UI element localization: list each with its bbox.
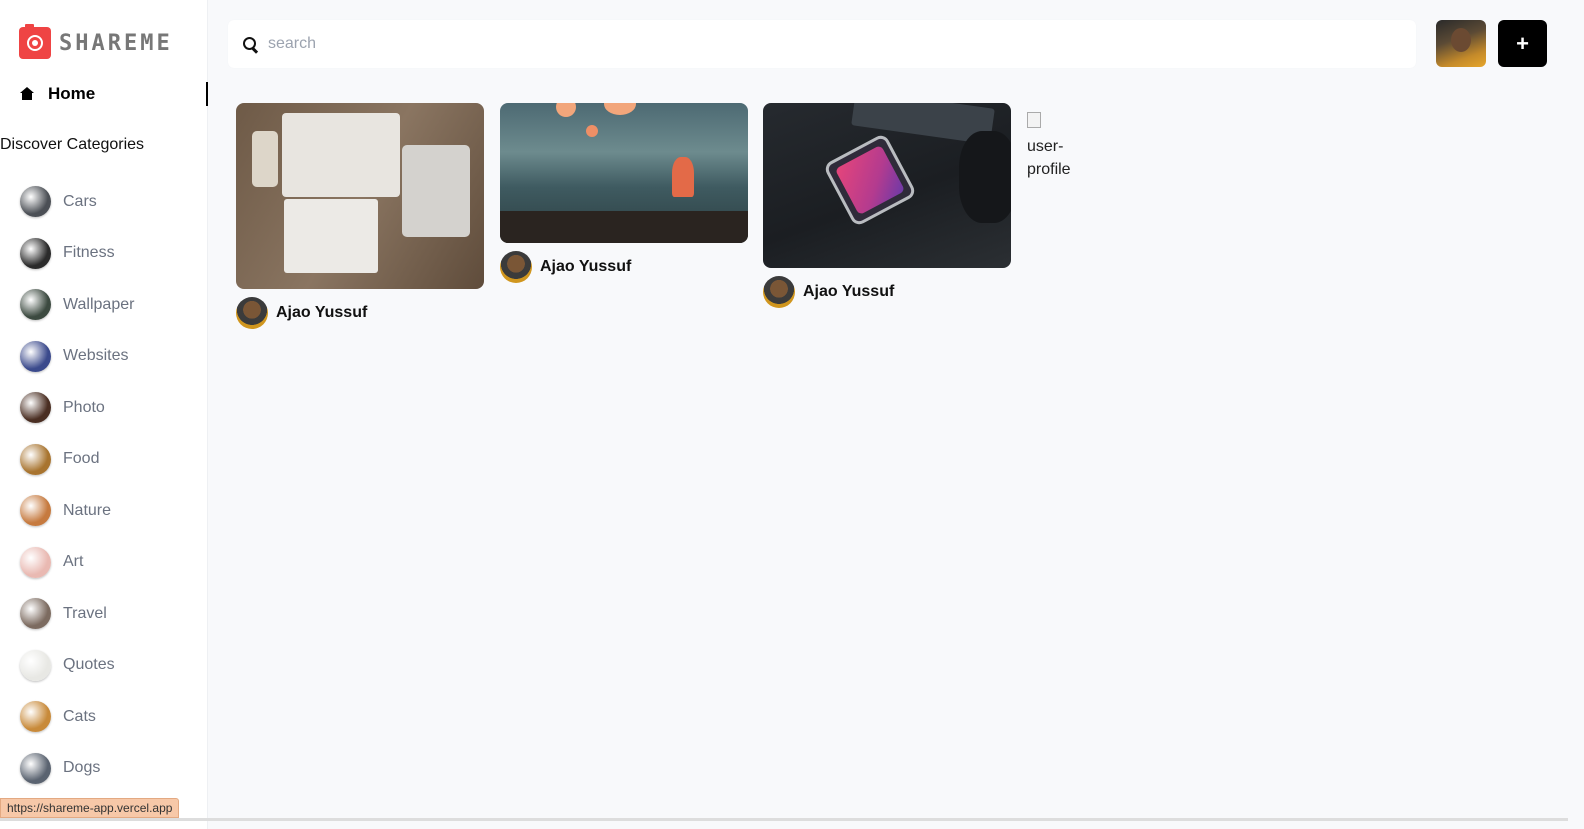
sidebar-item-food[interactable]: Food bbox=[20, 434, 134, 486]
sidebar-item-photo[interactable]: Photo bbox=[20, 382, 134, 434]
category-thumbnail bbox=[20, 598, 51, 630]
search-icon bbox=[242, 36, 259, 53]
sidebar-item-label: Nature bbox=[63, 501, 112, 519]
sidebar-item-fitness[interactable]: Fitness bbox=[20, 228, 134, 280]
sidebar-item-home[interactable]: Home bbox=[20, 82, 208, 106]
avatar bbox=[763, 276, 795, 308]
category-thumbnail bbox=[20, 752, 51, 784]
sidebar-item-label: Wallpaper bbox=[63, 295, 135, 313]
pin-author[interactable]: Ajao Yussuf bbox=[500, 251, 748, 283]
category-list: Cars Fitness Wallpaper Websites Photo Food Nat… bbox=[20, 176, 134, 794]
category-thumbnail bbox=[20, 237, 51, 269]
sidebar-item-label: Quotes bbox=[63, 656, 115, 674]
pin-image[interactable] bbox=[500, 103, 748, 243]
sidebar-item-dogs[interactable]: Dogs bbox=[20, 743, 134, 795]
pin-card[interactable]: Ajao Yussuf bbox=[236, 103, 484, 329]
pin-card[interactable]: Ajao Yussuf bbox=[500, 103, 748, 283]
sidebar-item-cats[interactable]: Cats bbox=[20, 691, 134, 743]
category-thumbnail bbox=[20, 495, 51, 527]
sidebar-item-label: Art bbox=[63, 553, 84, 571]
pin-image[interactable] bbox=[763, 103, 1011, 268]
pin-card[interactable]: Ajao Yussuf bbox=[763, 103, 1011, 308]
pin-image[interactable] bbox=[236, 103, 484, 289]
category-thumbnail bbox=[20, 340, 51, 372]
avatar bbox=[500, 251, 532, 283]
discover-categories-heading: Discover Categories bbox=[0, 136, 145, 153]
home-icon bbox=[20, 87, 34, 101]
bottom-scrollbar bbox=[0, 818, 1568, 821]
sidebar-item-label: Cats bbox=[63, 707, 96, 725]
camera-logo-icon bbox=[19, 24, 51, 59]
broken-user-profile-image[interactable]: user-profile bbox=[1027, 112, 1077, 181]
broken-image-alt-text: user-profile bbox=[1027, 138, 1071, 178]
avatar bbox=[236, 297, 268, 329]
status-url: https://shareme-app.vercel.app bbox=[0, 798, 180, 818]
sidebar: SHAREME Home Discover Categories Cars Fit… bbox=[0, 0, 208, 829]
sidebar-item-label: Photo bbox=[63, 398, 105, 416]
category-thumbnail bbox=[20, 701, 51, 733]
pin-author[interactable]: Ajao Yussuf bbox=[236, 297, 484, 329]
sidebar-item-label: Dogs bbox=[63, 759, 101, 777]
category-thumbnail bbox=[20, 546, 51, 578]
sidebar-item-travel[interactable]: Travel bbox=[20, 588, 134, 640]
sidebar-item-label: Cars bbox=[63, 192, 97, 210]
category-thumbnail bbox=[20, 392, 51, 424]
pin-author-name: Ajao Yussuf bbox=[276, 304, 368, 321]
sidebar-item-label: Home bbox=[48, 84, 96, 103]
sidebar-item-label: Travel bbox=[63, 604, 107, 622]
sidebar-item-nature[interactable]: Nature bbox=[20, 485, 134, 537]
sidebar-item-wallpaper[interactable]: Wallpaper bbox=[20, 279, 134, 331]
category-thumbnail bbox=[20, 186, 51, 218]
broken-image-icon bbox=[1027, 112, 1041, 128]
pin-author[interactable]: Ajao Yussuf bbox=[763, 276, 1011, 308]
category-thumbnail bbox=[20, 649, 51, 681]
sidebar-item-art[interactable]: Art bbox=[20, 537, 134, 589]
sidebar-item-label: Food bbox=[63, 450, 100, 468]
pin-author-name: Ajao Yussuf bbox=[540, 258, 632, 275]
search-bar[interactable] bbox=[228, 20, 1416, 68]
logo-text: SHAREME bbox=[59, 30, 173, 56]
sidebar-item-websites[interactable]: Websites bbox=[20, 331, 134, 383]
pin-author-name: Ajao Yussuf bbox=[803, 283, 895, 300]
user-avatar[interactable] bbox=[1436, 20, 1486, 67]
create-pin-button[interactable]: + bbox=[1498, 20, 1547, 67]
sidebar-item-cars[interactable]: Cars bbox=[20, 176, 134, 228]
search-input[interactable] bbox=[268, 35, 1368, 53]
category-thumbnail bbox=[20, 289, 51, 321]
category-thumbnail bbox=[20, 443, 51, 475]
sidebar-item-label: Websites bbox=[63, 347, 129, 365]
sidebar-item-quotes[interactable]: Quotes bbox=[20, 640, 134, 692]
app-logo[interactable]: SHAREME bbox=[19, 24, 173, 60]
sidebar-item-label: Fitness bbox=[63, 244, 115, 262]
